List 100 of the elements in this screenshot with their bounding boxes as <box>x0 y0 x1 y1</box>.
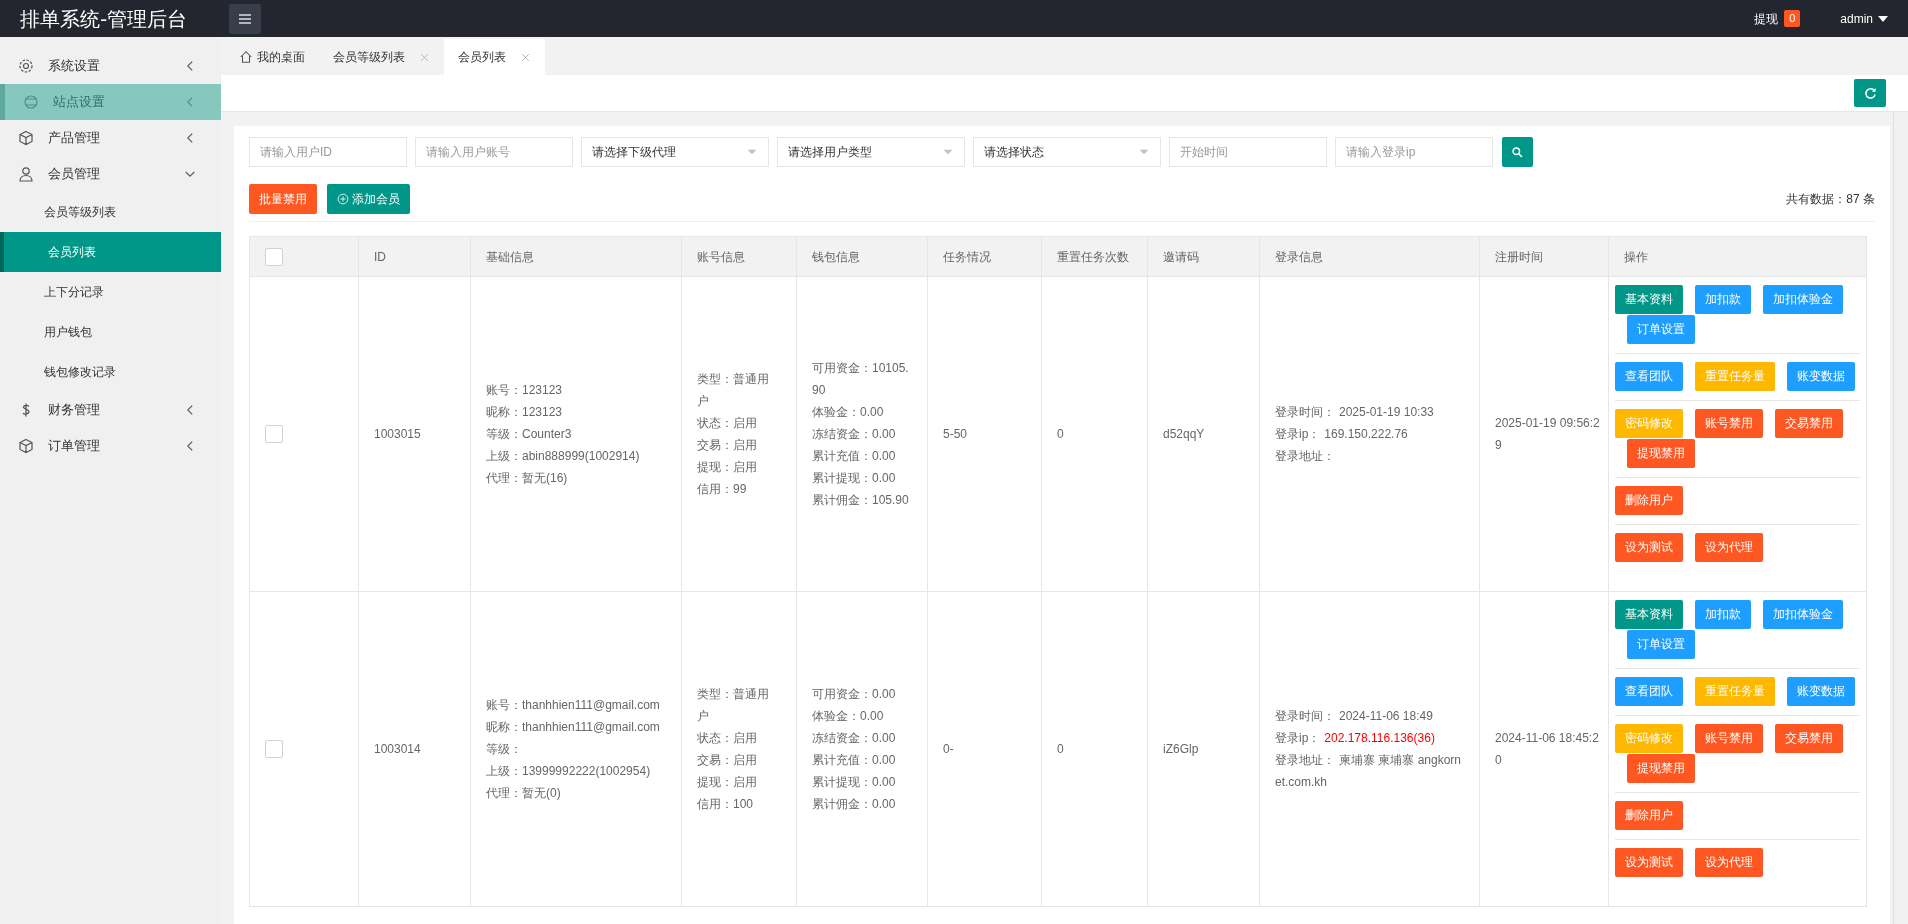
cell-text: 提现：启用 <box>697 774 758 791</box>
sidebar-item[interactable]: 订单管理 <box>0 428 221 464</box>
action-button[interactable]: 加扣款 <box>1695 285 1751 314</box>
cell-text: 交易：启用 <box>697 752 758 769</box>
cell-text: 登录地址： <box>1275 448 1336 465</box>
sidebar-item[interactable]: 系统设置 <box>0 48 221 84</box>
cell-text: 冻结资金：0.00 <box>812 730 897 747</box>
select-field[interactable]: 请选择状态 <box>973 137 1161 167</box>
cell-text: 5-50 <box>943 427 968 441</box>
select-field[interactable]: 请选择下级代理 <box>581 137 769 167</box>
cell-text: 等级：Counter3 <box>486 426 573 443</box>
cell-text: 等级： <box>486 741 523 758</box>
select-field[interactable]: 请选择用户类型 <box>777 137 965 167</box>
action-button[interactable]: 加扣体验金 <box>1763 285 1843 314</box>
column-header: 邀请码 <box>1163 249 1199 264</box>
action-button[interactable]: 交易禁用 <box>1775 724 1843 753</box>
action-button[interactable]: 基本资料 <box>1615 600 1683 629</box>
action-button[interactable]: 账号禁用 <box>1695 409 1763 438</box>
action-button[interactable]: 基本资料 <box>1615 285 1683 314</box>
cell-text: 昵称：thanhhien111@gmail.com <box>486 719 661 736</box>
cell-text: 累计提现：0.00 <box>812 470 897 487</box>
action-button[interactable]: 加扣体验金 <box>1763 600 1843 629</box>
app-title: 排单系统-管理后台 <box>20 6 188 31</box>
cell-text: 代理：暂无(0) <box>486 785 562 802</box>
checkbox[interactable] <box>265 425 283 443</box>
cell-text: 状态：启用 <box>697 730 758 747</box>
search-icon <box>1511 145 1524 159</box>
action-button[interactable]: 删除用户 <box>1615 486 1683 515</box>
box-icon <box>18 438 34 454</box>
action-button[interactable]: 订单设置 <box>1627 630 1695 659</box>
column-header: 任务情况 <box>943 249 991 264</box>
tab[interactable]: 会员等级列表 <box>319 39 444 75</box>
input-field[interactable]: 开始时间 <box>1169 137 1327 167</box>
cell-text: 登录ip： 169.150.222.76 <box>1275 426 1409 443</box>
action-button[interactable]: 设为测试 <box>1615 848 1683 877</box>
toolbar-button[interactable]: 添加会员 <box>327 184 410 214</box>
input-field[interactable]: 请输入登录ip <box>1335 137 1493 167</box>
checkbox[interactable] <box>265 740 283 758</box>
column-header: 钱包信息 <box>812 249 860 264</box>
sidebar-item[interactable]: 站点设置 <box>0 84 221 120</box>
sidebar-item[interactable]: 会员管理 <box>0 156 221 192</box>
menu-icon <box>238 12 252 25</box>
box-icon <box>18 130 34 146</box>
sidebar-item[interactable]: 财务管理 <box>0 392 221 428</box>
action-button[interactable]: 设为代理 <box>1695 533 1763 562</box>
cell-text: 账号：thanhhien111@gmail.com <box>486 697 661 714</box>
user-icon <box>18 166 34 182</box>
cell-text: 账号：123123 <box>486 382 564 399</box>
cell-text: 2025-01-19 09:56:29 <box>1495 416 1600 452</box>
action-button[interactable]: 加扣款 <box>1695 600 1751 629</box>
total-count: 共有数据：87 条 <box>1786 191 1875 208</box>
column-header: 重置任务次数 <box>1057 249 1129 264</box>
action-button[interactable]: 查看团队 <box>1615 677 1683 706</box>
withdraw-link[interactable]: 提现 <box>1754 9 1779 28</box>
caret-icon <box>1878 15 1888 22</box>
tab[interactable]: 会员列表 <box>444 39 545 75</box>
action-button[interactable]: 账变数据 <box>1787 677 1855 706</box>
column-header: ID <box>374 249 386 264</box>
sidebar-subitem[interactable]: 会员等级列表 <box>0 192 221 232</box>
toolbar-button[interactable]: 批量禁用 <box>249 184 317 214</box>
action-button[interactable]: 查看团队 <box>1615 362 1683 391</box>
cell-text: 1003015 <box>374 427 421 441</box>
sidebar-subitem[interactable]: 上下分记录 <box>0 272 221 312</box>
user-menu[interactable]: admin <box>1840 9 1873 28</box>
sidebar-subitem[interactable]: 用户钱包 <box>0 312 221 352</box>
refresh-button[interactable] <box>1854 79 1886 107</box>
action-button[interactable]: 设为测试 <box>1615 533 1683 562</box>
input-field[interactable]: 请输入用户账号 <box>415 137 573 167</box>
action-button[interactable]: 密码修改 <box>1615 724 1683 753</box>
action-button[interactable]: 重置任务量 <box>1695 362 1775 391</box>
sidebar-subitem[interactable]: 钱包修改记录 <box>0 352 221 392</box>
action-button[interactable]: 提现禁用 <box>1627 754 1695 783</box>
action-button[interactable]: 账变数据 <box>1787 362 1855 391</box>
action-button[interactable]: 交易禁用 <box>1775 409 1843 438</box>
action-button[interactable]: 订单设置 <box>1627 315 1695 344</box>
tab[interactable]: 我的桌面 <box>225 39 319 75</box>
cell-text: iZ6Glp <box>1163 742 1199 756</box>
cell-text: 信用：100 <box>697 796 755 813</box>
action-button[interactable]: 账号禁用 <box>1695 724 1763 753</box>
input-field[interactable]: 请输入用户ID <box>249 137 407 167</box>
search-button[interactable] <box>1502 137 1533 167</box>
action-button[interactable]: 删除用户 <box>1615 801 1683 830</box>
cell-text: 体验金：0.00 <box>812 708 885 725</box>
gear-icon <box>18 58 34 74</box>
checkbox[interactable] <box>265 247 283 266</box>
action-button[interactable]: 重置任务量 <box>1695 677 1775 706</box>
sidebar-subitem[interactable]: 会员列表 <box>0 232 221 272</box>
menu-button[interactable] <box>229 3 261 34</box>
sidebar-item[interactable]: 产品管理 <box>0 120 221 156</box>
column-header: 登录信息 <box>1275 249 1323 264</box>
column-header: 基础信息 <box>486 249 534 264</box>
action-button[interactable]: 密码修改 <box>1615 409 1683 438</box>
cell-text: 类型：普通用户 <box>697 686 770 725</box>
cell-text: 0- <box>943 742 954 756</box>
cell-text: 累计佣金：105.90 <box>812 492 910 509</box>
plus-circle-icon <box>337 193 349 205</box>
action-button[interactable]: 设为代理 <box>1695 848 1763 877</box>
cell-text: 代理：暂无(16) <box>486 470 569 487</box>
action-button[interactable]: 提现禁用 <box>1627 439 1695 468</box>
cell-text: 提现：启用 <box>697 459 758 476</box>
